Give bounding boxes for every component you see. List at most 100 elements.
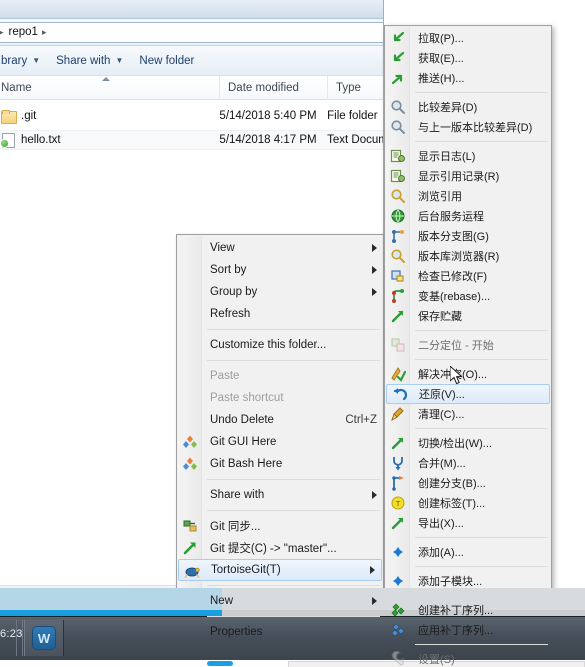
diff-magnifier-icon bbox=[390, 99, 406, 115]
menu-item-tortoisegit[interactable]: TortoiseGit(T) bbox=[178, 559, 382, 581]
submenu-item-daemon[interactable]: 后台服务运程 bbox=[385, 206, 551, 226]
submenu-item-pull[interactable]: 拉取(P)... bbox=[385, 28, 551, 48]
submenu-item-create-tag[interactable]: T 创建标签(T)... bbox=[385, 493, 551, 513]
submenu-item-create-patch-serial[interactable]: 创建补丁序列... bbox=[385, 600, 551, 620]
submenu-item-create-branch[interactable]: 创建分支(B)... bbox=[385, 473, 551, 493]
menu-item-share-with[interactable]: Share with bbox=[177, 484, 383, 506]
submenu-item-apply-patch-serial[interactable]: 应用补丁序列... bbox=[385, 620, 551, 640]
revision-graph-icon bbox=[390, 228, 406, 244]
submenu-item-show-reflog[interactable]: 显示引用记录(R) bbox=[385, 166, 551, 186]
menu-item-new[interactable]: New bbox=[177, 590, 383, 612]
menu-item-tortoisegit-label: TortoiseGit(T) bbox=[211, 564, 281, 576]
export-icon bbox=[390, 515, 406, 531]
submenu-separator bbox=[385, 89, 551, 96]
submenu-item-diff[interactable]: 比较差异(D) bbox=[385, 97, 551, 117]
submenu-item-show-log[interactable]: 显示日志(L) bbox=[385, 146, 551, 166]
taskbar-clock[interactable]: 6:23 bbox=[0, 628, 23, 640]
menu-item-group-by[interactable]: Group by bbox=[177, 281, 383, 303]
submenu-item-push[interactable]: 推送(H)... bbox=[385, 68, 551, 88]
submenu-item-revision-graph[interactable]: 版本分支图(G) bbox=[385, 226, 551, 246]
submenu-item-show-log-label: 显示日志(L) bbox=[418, 151, 476, 163]
menu-item-undo-delete[interactable]: Undo Delete Ctrl+Z bbox=[177, 409, 383, 431]
create-branch-icon bbox=[390, 475, 406, 491]
menu-item-git-gui-here[interactable]: Git GUI Here bbox=[177, 431, 383, 453]
table-row[interactable]: hello.txt 5/14/2018 4:17 PM Text Docume bbox=[0, 130, 383, 150]
organize-library-button[interactable]: brary ▼ bbox=[0, 51, 48, 71]
submenu-item-merge[interactable]: 合并(M)... bbox=[385, 453, 551, 473]
column-header-type-label: Type bbox=[336, 81, 361, 94]
breadcrumb-item-repo1[interactable]: repo1 bbox=[9, 26, 38, 38]
menu-item-customize-this-folder[interactable]: Customize this folder... bbox=[177, 334, 383, 356]
tortoisegit-submenu[interactable]: 拉取(P)... 获取(E)... 推送(H)... 比较差异(D) 与上一版本比较差异… bbox=[384, 25, 552, 667]
menu-item-share-with-label: Share with bbox=[210, 489, 265, 501]
submenu-item-rebase[interactable]: 变基(rebase)... bbox=[385, 286, 551, 306]
submenu-item-fetch[interactable]: 获取(E)... bbox=[385, 48, 551, 68]
menu-item-git-sync[interactable]: Git 同步... bbox=[177, 515, 383, 537]
submenu-item-stash-save[interactable]: 保存贮藏 bbox=[385, 306, 551, 326]
submenu-separator bbox=[385, 138, 551, 145]
menu-item-git-bash-here[interactable]: Git Bash Here bbox=[177, 453, 383, 475]
submenu-item-check-modifications[interactable]: 检查已修改(F) bbox=[385, 266, 551, 286]
file-name-cell: hello.txt bbox=[0, 133, 219, 148]
menu-item-properties[interactable]: Properties bbox=[177, 621, 383, 643]
submenu-item-export[interactable]: 导出(X)... bbox=[385, 513, 551, 533]
menu-item-sort-by[interactable]: Sort by bbox=[177, 259, 383, 281]
cleanup-broom-icon bbox=[390, 406, 406, 422]
submenu-item-switch-checkout[interactable]: 切换/检出(W)... bbox=[385, 433, 551, 453]
submenu-item-diff-previous[interactable]: 与上一版本比较差异(D) bbox=[385, 117, 551, 137]
submenu-item-create-branch-label: 创建分支(B)... bbox=[418, 478, 486, 490]
menu-item-group-by-label: Group by bbox=[210, 286, 258, 298]
submenu-item-bisect-start: 二分定位 - 开始 bbox=[385, 335, 551, 355]
column-header-row: Name Date modified Type bbox=[0, 75, 383, 100]
menu-item-paste-shortcut-label: Paste shortcut bbox=[210, 392, 284, 404]
explorer-context-menu[interactable]: View Sort by Group by Refresh Customize this… bbox=[176, 234, 384, 646]
resolve-conflict-icon bbox=[390, 366, 406, 382]
menu-item-refresh[interactable]: Refresh bbox=[177, 303, 383, 325]
column-header-name[interactable]: Name bbox=[0, 75, 220, 100]
file-date-cell: 5/14/2018 5:40 PM bbox=[219, 110, 317, 122]
menu-item-view[interactable]: View bbox=[177, 237, 383, 259]
table-row[interactable]: .git 5/14/2018 5:40 PM File folder bbox=[0, 106, 383, 126]
submenu-item-revision-graph-label: 版本分支图(G) bbox=[418, 231, 489, 243]
submenu-separator bbox=[385, 534, 551, 541]
submenu-item-check-modifications-label: 检查已修改(F) bbox=[418, 271, 488, 283]
submenu-item-repo-browser[interactable]: 版本库浏览器(R) bbox=[385, 246, 551, 266]
screenshot-root: ▸ repo1 ▸ brary ▼ Share with ▼ New folde… bbox=[0, 0, 585, 667]
submenu-item-add-submodule[interactable]: 添加子模块... bbox=[385, 571, 551, 591]
file-date-cell: 5/14/2018 4:17 PM bbox=[219, 134, 317, 146]
submenu-item-browse-references[interactable]: 浏览引用 bbox=[385, 186, 551, 206]
submenu-item-cleanup[interactable]: 清理(C)... bbox=[385, 404, 551, 424]
chevron-right-icon-2[interactable]: ▸ bbox=[38, 27, 52, 37]
submenu-item-revert-label: 还原(V)... bbox=[419, 389, 465, 401]
submenu-item-resolve-label: 解决冲突(O)... bbox=[418, 369, 488, 381]
new-folder-button[interactable]: New folder bbox=[131, 51, 202, 71]
switch-checkout-icon bbox=[390, 435, 406, 451]
file-type-cell: Text Docume bbox=[327, 134, 383, 146]
submenu-item-export-label: 导出(X)... bbox=[418, 518, 464, 530]
folder-icon bbox=[1, 110, 17, 124]
column-header-type[interactable]: Type bbox=[328, 76, 383, 100]
diff-prev-magnifier-icon bbox=[390, 119, 406, 135]
taskbar-app-button[interactable]: W bbox=[24, 620, 64, 656]
organize-library-label: brary bbox=[1, 54, 28, 67]
tortoise-sync-icon bbox=[182, 518, 198, 534]
address-bar[interactable]: ▸ repo1 ▸ bbox=[0, 19, 383, 46]
daemon-globe-icon bbox=[390, 208, 406, 224]
column-header-date-modified[interactable]: Date modified bbox=[220, 75, 328, 100]
column-header-name-label: Name bbox=[1, 81, 32, 94]
file-type-cell: File folder bbox=[327, 110, 378, 122]
command-bar: brary ▼ Share with ▼ New folder bbox=[0, 46, 383, 76]
submenu-arrow-icon bbox=[372, 244, 377, 252]
submenu-separator bbox=[385, 641, 551, 648]
menu-separator bbox=[177, 582, 383, 589]
menu-item-git-commit-master[interactable]: Git 提交(C) -> "master"... bbox=[177, 537, 383, 559]
share-with-button[interactable]: Share with ▼ bbox=[48, 51, 131, 71]
apply-patch-icon bbox=[390, 622, 406, 638]
submenu-item-add[interactable]: 添加(A)... bbox=[385, 542, 551, 562]
menu-item-new-label: New bbox=[210, 595, 234, 607]
submenu-item-revert[interactable]: 还原(V)... bbox=[386, 384, 550, 404]
submenu-item-resolve[interactable]: 解决冲突(O)... bbox=[385, 364, 551, 384]
submenu-separator bbox=[385, 563, 551, 570]
bisect-start-icon bbox=[390, 337, 406, 353]
breadcrumb[interactable]: ▸ repo1 ▸ bbox=[0, 21, 383, 43]
